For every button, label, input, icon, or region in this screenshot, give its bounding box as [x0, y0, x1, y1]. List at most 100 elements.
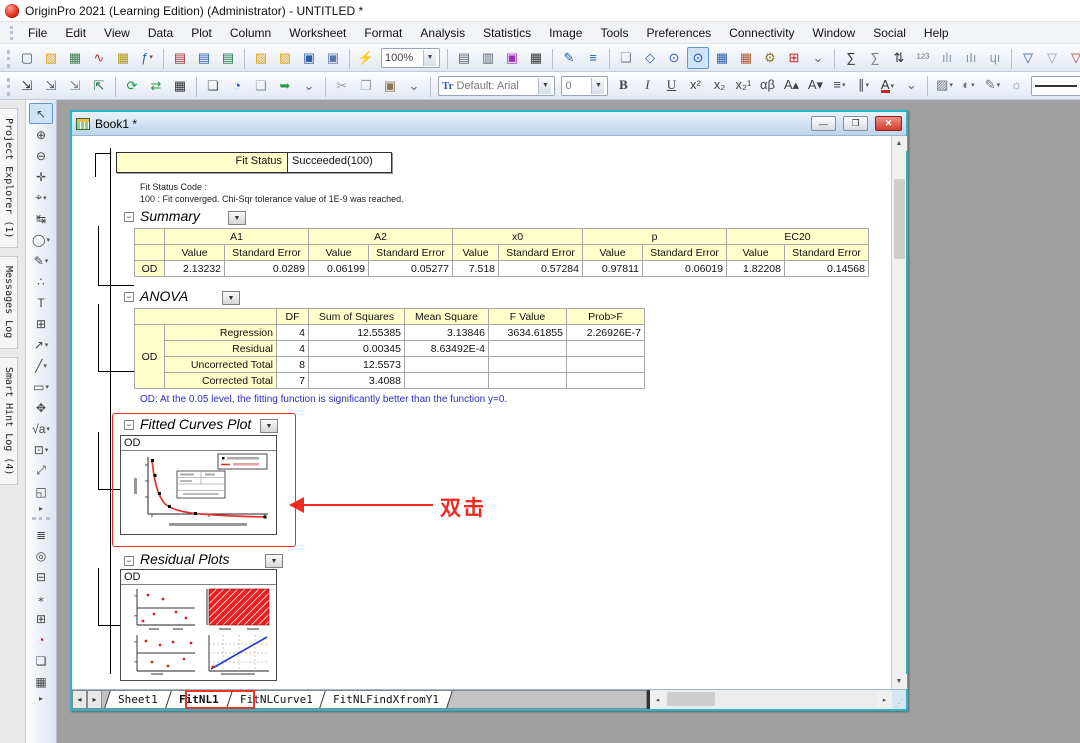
open-template-button[interactable]: ▧ — [274, 47, 296, 69]
add-sparklines-button[interactable]: ▦ — [169, 75, 191, 97]
resize-grip[interactable]: ⋰ — [892, 690, 906, 709]
residual-plots-section-dropdown[interactable]: ▼ — [265, 554, 283, 568]
close-button[interactable]: ✕ — [875, 116, 902, 131]
tab-fitnlfindxfromy1[interactable]: FitNLFindXfromY1 — [320, 691, 453, 708]
menu-image[interactable]: Image — [540, 24, 591, 42]
plot-box-chart-button[interactable]: ɥı — [984, 46, 1006, 68]
anova-header[interactable]: DF — [277, 309, 309, 325]
line-tool-button[interactable]: ╱▾ — [29, 355, 53, 376]
save-project-button[interactable]: ▣ — [298, 47, 320, 69]
increase-font-button[interactable]: A▴ — [780, 74, 802, 96]
horizontal-scroll-thumb[interactable] — [667, 692, 715, 706]
anova-header[interactable]: Prob>F — [567, 309, 645, 325]
recalculate-button[interactable]: ◔ — [226, 74, 248, 96]
table-cell[interactable]: 2.13232 — [165, 261, 225, 277]
open-button[interactable]: ▨ — [250, 47, 272, 69]
table-cell[interactable]: 1.82208 — [727, 261, 785, 277]
code-builder-button[interactable]: ⚙ — [759, 47, 781, 69]
zoom-in-tool-button[interactable]: ⊕ — [29, 124, 53, 145]
bold-button[interactable]: B — [612, 74, 634, 96]
import-wizard-button[interactable]: ⇲ — [16, 75, 38, 97]
copy-button[interactable]: ❐ — [355, 75, 377, 97]
table-cell[interactable]: 3.13846 — [405, 325, 489, 341]
table-cell[interactable] — [135, 245, 165, 261]
new-project-button[interactable]: ▢ — [16, 47, 38, 69]
table-corner[interactable] — [135, 309, 277, 325]
font-name-combobox[interactable]: Tr Default: Arial ▼ — [438, 76, 555, 96]
menu-column[interactable]: Column — [221, 24, 280, 42]
line-style-combobox[interactable]: ▼ — [1031, 76, 1080, 96]
filter-disable-button[interactable]: ▽ — [1041, 47, 1063, 69]
superscript-button[interactable]: x² — [684, 74, 706, 96]
tab-fitnl1[interactable]: FitNL1 — [165, 691, 232, 708]
align-button[interactable]: ≡▾ — [828, 74, 850, 96]
table-corner[interactable] — [135, 229, 165, 245]
pan-tool-button[interactable]: ✥ — [29, 397, 53, 418]
table-cell[interactable] — [405, 373, 489, 389]
anova-row-name[interactable]: Regression — [165, 325, 277, 341]
table-cell[interactable] — [489, 357, 567, 373]
table-cell[interactable] — [489, 341, 567, 357]
date-time-stamp-button[interactable]: ◔ — [29, 629, 53, 650]
table-cell[interactable]: 0.06019 — [643, 261, 727, 277]
summary-collapse-toggle[interactable]: − — [124, 212, 134, 222]
greek-button[interactable]: αβ — [756, 74, 778, 96]
summary-sub-header[interactable]: Standard Error — [369, 245, 453, 261]
fitted-curve-graph[interactable] — [121, 451, 274, 531]
table-cell[interactable] — [567, 373, 645, 389]
add-object-button[interactable]: ⊞ — [29, 608, 53, 629]
menu-connectivity[interactable]: Connectivity — [720, 24, 803, 42]
line-color-button[interactable]: ✎▾ — [981, 74, 1003, 96]
vertical-scroll-track[interactable] — [892, 151, 907, 674]
screen-reader-tool-button[interactable]: ✛ — [29, 166, 53, 187]
paste-button[interactable]: ▣ — [379, 75, 401, 97]
book1-titlebar[interactable]: Book1 * — ❐ ✕ — [72, 112, 906, 136]
fitted-curves-collapse-toggle[interactable]: − — [124, 420, 134, 430]
command-window-button[interactable]: ▦ — [735, 47, 757, 69]
summary-group-header[interactable]: EC20 — [727, 229, 869, 245]
table-cell[interactable] — [567, 341, 645, 357]
set-column-values-button[interactable]: ¹²³ — [912, 46, 934, 68]
fitted-curves-section-dropdown[interactable]: ▼ — [260, 419, 278, 433]
overflow-chevron[interactable]: ⌄ — [403, 75, 425, 97]
vertex-edit-button[interactable]: ◎ — [29, 545, 53, 566]
legend-tool-button[interactable]: ⊞ — [29, 313, 53, 334]
master-items-button[interactable]: ≡ — [582, 46, 604, 68]
sheet-tab-scroll-left-button[interactable]: ◂ — [72, 690, 87, 709]
anova-header[interactable]: F Value — [489, 309, 567, 325]
table-cell[interactable]: 0.97811 — [583, 261, 643, 277]
data-reader-tool-button[interactable]: ⌖▾ — [29, 187, 53, 208]
table-cell[interactable]: 0.14568 — [785, 261, 869, 277]
summary-sub-header[interactable]: Value — [165, 245, 225, 261]
new-function-plot-button[interactable]: ƒ▾ — [136, 46, 158, 68]
scroll-up-button[interactable]: ▲ — [892, 136, 907, 151]
new-workbook-button[interactable]: ▦ — [64, 47, 86, 69]
anova-header[interactable]: Mean Square — [405, 309, 489, 325]
menu-edit[interactable]: Edit — [56, 24, 95, 42]
project-explorer-button[interactable]: ◇ — [639, 47, 661, 69]
summary-sub-header[interactable]: Value — [453, 245, 499, 261]
tab-fitnlcurve1[interactable]: FitNLCurve1 — [226, 691, 326, 708]
rectangle-tool-button[interactable]: ▭▾ — [29, 376, 53, 397]
scroll-down-button[interactable]: ▼ — [892, 674, 907, 689]
open-folder-tool-button[interactable]: ❏ — [29, 650, 53, 671]
print-preview-button[interactable]: ▥ — [477, 47, 499, 69]
summary-group-header[interactable]: x0 — [453, 229, 583, 245]
table-cell[interactable]: 3634.61855 — [489, 325, 567, 341]
anova-section-dropdown[interactable]: ▼ — [222, 291, 240, 305]
summary-section-dropdown[interactable]: ▼ — [228, 211, 246, 225]
data-filter-button[interactable]: ▽ — [1017, 47, 1039, 69]
overflow-chevron[interactable]: ▸ — [29, 692, 53, 704]
summary-group-header[interactable]: p — [583, 229, 727, 245]
table-cell[interactable] — [489, 373, 567, 389]
summary-row-label[interactable]: OD — [135, 261, 165, 277]
smart-hint-log-tab[interactable]: Smart Hint Log (4) — [0, 357, 18, 485]
underline-button[interactable]: U — [660, 74, 682, 96]
scroll-right-button[interactable]: ▸ — [877, 692, 892, 707]
horizontal-scrollbar[interactable]: ◂ ▸ — [650, 690, 892, 709]
tab-sheet1[interactable]: Sheet1 — [104, 691, 171, 708]
summary-sub-header[interactable]: Standard Error — [499, 245, 583, 261]
menu-plot[interactable]: Plot — [182, 24, 221, 42]
plot-column-chart-button[interactable]: ılı — [936, 46, 958, 68]
menu-statistics[interactable]: Statistics — [474, 24, 540, 42]
